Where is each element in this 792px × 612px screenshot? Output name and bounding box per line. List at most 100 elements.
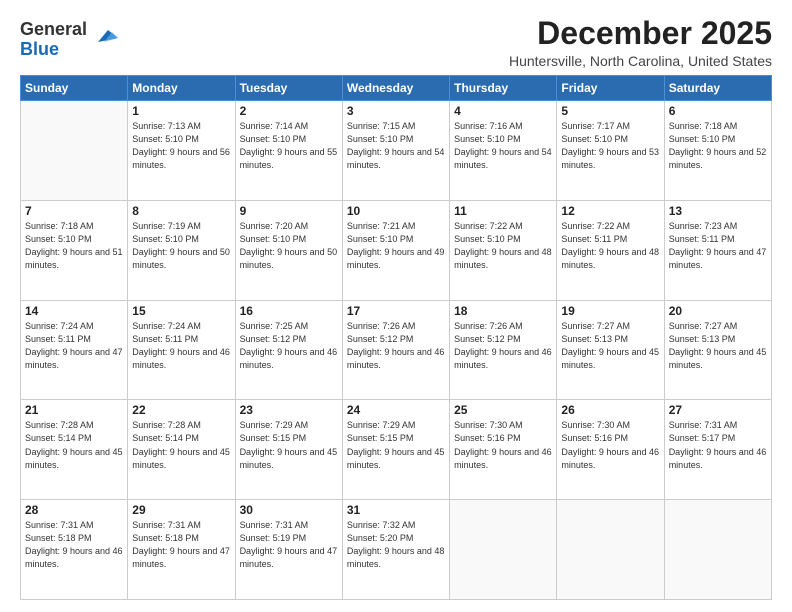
calendar-cell: 3 Sunrise: 7:15 AM Sunset: 5:10 PM Daylig… (342, 101, 449, 201)
calendar-cell: 8 Sunrise: 7:19 AM Sunset: 5:10 PM Daylig… (128, 200, 235, 300)
day-number: 5 (561, 104, 659, 118)
subtitle: Huntersville, North Carolina, United Sta… (509, 53, 772, 69)
calendar-cell (664, 500, 771, 600)
calendar-cell: 26Sunrise: 7:30 AM Sunset: 5:16 PM Dayli… (557, 400, 664, 500)
logo-blue: Blue (20, 39, 59, 59)
calendar-cell (557, 500, 664, 600)
day-info: Sunrise: 7:19 AM Sunset: 5:10 PM Dayligh… (132, 220, 230, 272)
day-number: 15 (132, 304, 230, 318)
calendar-cell: 18 Sunrise: 7:26 AM Sunset: 5:12 PM Dayli… (450, 300, 557, 400)
day-info: Sunrise: 7:30 AM Sunset: 5:16 PM Dayligh… (454, 419, 552, 471)
day-info: Sunrise: 7:13 AM Sunset: 5:10 PM Dayligh… (132, 120, 230, 172)
day-number: 7 (25, 204, 123, 218)
calendar-cell: 24 Sunrise: 7:29 AM Sunset: 5:15 PM Dayli… (342, 400, 449, 500)
day-number: 17 (347, 304, 445, 318)
calendar-cell: 7 Sunrise: 7:18 AM Sunset: 5:10 PM Daylig… (21, 200, 128, 300)
day-number: 18 (454, 304, 552, 318)
day-info: Sunrise: 7:31 AM Sunset: 5:18 PM Dayligh… (25, 519, 123, 571)
day-info: Sunrise: 7:27 AM Sunset: 5:13 PM Dayligh… (669, 320, 767, 372)
day-number: 10 (347, 204, 445, 218)
day-number: 31 (347, 503, 445, 517)
logo-general: General (20, 19, 87, 39)
day-number: 21 (25, 403, 123, 417)
day-number: 30 (240, 503, 338, 517)
calendar-cell (21, 101, 128, 201)
calendar-cell: 25 Sunrise: 7:30 AM Sunset: 5:16 PM Dayli… (450, 400, 557, 500)
calendar-cell: 22 Sunrise: 7:28 AM Sunset: 5:14 PM Dayli… (128, 400, 235, 500)
day-header-sunday: Sunday (21, 76, 128, 101)
logo: General Blue (20, 20, 120, 60)
day-number: 29 (132, 503, 230, 517)
day-info: Sunrise: 7:16 AM Sunset: 5:10 PM Dayligh… (454, 120, 552, 172)
calendar-cell: 5 Sunrise: 7:17 AM Sunset: 5:10 PM Daylig… (557, 101, 664, 201)
day-number: 20 (669, 304, 767, 318)
day-number: 2 (240, 104, 338, 118)
logo-icon (90, 20, 120, 50)
day-info: Sunrise: 7:32 AM Sunset: 5:20 PM Dayligh… (347, 519, 445, 571)
day-info: Sunrise: 7:31 AM Sunset: 5:19 PM Dayligh… (240, 519, 338, 571)
day-info: Sunrise: 7:24 AM Sunset: 5:11 PM Dayligh… (132, 320, 230, 372)
day-number: 23 (240, 403, 338, 417)
day-number: 1 (132, 104, 230, 118)
day-number: 6 (669, 104, 767, 118)
day-info: Sunrise: 7:18 AM Sunset: 5:10 PM Dayligh… (25, 220, 123, 272)
day-number: 3 (347, 104, 445, 118)
calendar-cell: 14 Sunrise: 7:24 AM Sunset: 5:11 PM Dayli… (21, 300, 128, 400)
calendar-cell: 9 Sunrise: 7:20 AM Sunset: 5:10 PM Daylig… (235, 200, 342, 300)
day-number: 26 (561, 403, 659, 417)
day-number: 4 (454, 104, 552, 118)
day-info: Sunrise: 7:31 AM Sunset: 5:18 PM Dayligh… (132, 519, 230, 571)
calendar-cell: 11 Sunrise: 7:22 AM Sunset: 5:10 PM Dayli… (450, 200, 557, 300)
day-number: 11 (454, 204, 552, 218)
day-info: Sunrise: 7:27 AM Sunset: 5:13 PM Dayligh… (561, 320, 659, 372)
day-info: Sunrise: 7:21 AM Sunset: 5:10 PM Dayligh… (347, 220, 445, 272)
day-info: Sunrise: 7:22 AM Sunset: 5:10 PM Dayligh… (454, 220, 552, 272)
calendar-cell (450, 500, 557, 600)
day-number: 22 (132, 403, 230, 417)
day-number: 8 (132, 204, 230, 218)
day-info: Sunrise: 7:24 AM Sunset: 5:11 PM Dayligh… (25, 320, 123, 372)
calendar-cell: 4 Sunrise: 7:16 AM Sunset: 5:10 PM Daylig… (450, 101, 557, 201)
day-number: 25 (454, 403, 552, 417)
calendar-cell: 28Sunrise: 7:31 AM Sunset: 5:18 PM Dayli… (21, 500, 128, 600)
calendar-cell: 13 Sunrise: 7:23 AM Sunset: 5:11 PM Dayli… (664, 200, 771, 300)
day-number: 9 (240, 204, 338, 218)
calendar-cell: 27Sunrise: 7:31 AM Sunset: 5:17 PM Dayli… (664, 400, 771, 500)
day-number: 16 (240, 304, 338, 318)
calendar-cell: 20 Sunrise: 7:27 AM Sunset: 5:13 PM Dayli… (664, 300, 771, 400)
day-number: 24 (347, 403, 445, 417)
day-info: Sunrise: 7:18 AM Sunset: 5:10 PM Dayligh… (669, 120, 767, 172)
header: General Blue December 2025 Huntersville,… (20, 16, 772, 69)
day-info: Sunrise: 7:14 AM Sunset: 5:10 PM Dayligh… (240, 120, 338, 172)
day-number: 12 (561, 204, 659, 218)
day-info: Sunrise: 7:28 AM Sunset: 5:14 PM Dayligh… (132, 419, 230, 471)
calendar-cell: 17Sunrise: 7:26 AM Sunset: 5:12 PM Dayli… (342, 300, 449, 400)
day-number: 14 (25, 304, 123, 318)
day-info: Sunrise: 7:26 AM Sunset: 5:12 PM Dayligh… (454, 320, 552, 372)
calendar-cell: 1 Sunrise: 7:13 AM Sunset: 5:10 PM Daylig… (128, 101, 235, 201)
day-header-thursday: Thursday (450, 76, 557, 101)
calendar-table: SundayMondayTuesdayWednesdayThursdayFrid… (20, 75, 772, 600)
page: General Blue December 2025 Huntersville,… (0, 0, 792, 612)
calendar-cell: 21 Sunrise: 7:28 AM Sunset: 5:14 PM Dayli… (21, 400, 128, 500)
calendar-cell: 2 Sunrise: 7:14 AM Sunset: 5:10 PM Daylig… (235, 101, 342, 201)
day-info: Sunrise: 7:17 AM Sunset: 5:10 PM Dayligh… (561, 120, 659, 172)
day-header-monday: Monday (128, 76, 235, 101)
day-info: Sunrise: 7:29 AM Sunset: 5:15 PM Dayligh… (347, 419, 445, 471)
day-info: Sunrise: 7:25 AM Sunset: 5:12 PM Dayligh… (240, 320, 338, 372)
calendar-cell: 10 Sunrise: 7:21 AM Sunset: 5:10 PM Dayli… (342, 200, 449, 300)
day-info: Sunrise: 7:31 AM Sunset: 5:17 PM Dayligh… (669, 419, 767, 471)
day-info: Sunrise: 7:28 AM Sunset: 5:14 PM Dayligh… (25, 419, 123, 471)
day-header-friday: Friday (557, 76, 664, 101)
calendar-cell: 31 Sunrise: 7:32 AM Sunset: 5:20 PM Dayli… (342, 500, 449, 600)
day-info: Sunrise: 7:15 AM Sunset: 5:10 PM Dayligh… (347, 120, 445, 172)
day-info: Sunrise: 7:23 AM Sunset: 5:11 PM Dayligh… (669, 220, 767, 272)
day-number: 13 (669, 204, 767, 218)
day-info: Sunrise: 7:20 AM Sunset: 5:10 PM Dayligh… (240, 220, 338, 272)
calendar-cell: 16 Sunrise: 7:25 AM Sunset: 5:12 PM Dayli… (235, 300, 342, 400)
calendar-cell: 23Sunrise: 7:29 AM Sunset: 5:15 PM Dayli… (235, 400, 342, 500)
day-header-wednesday: Wednesday (342, 76, 449, 101)
calendar-cell: 12Sunrise: 7:22 AM Sunset: 5:11 PM Dayli… (557, 200, 664, 300)
calendar-cell: 30 Sunrise: 7:31 AM Sunset: 5:19 PM Dayli… (235, 500, 342, 600)
calendar-cell: 15 Sunrise: 7:24 AM Sunset: 5:11 PM Dayli… (128, 300, 235, 400)
